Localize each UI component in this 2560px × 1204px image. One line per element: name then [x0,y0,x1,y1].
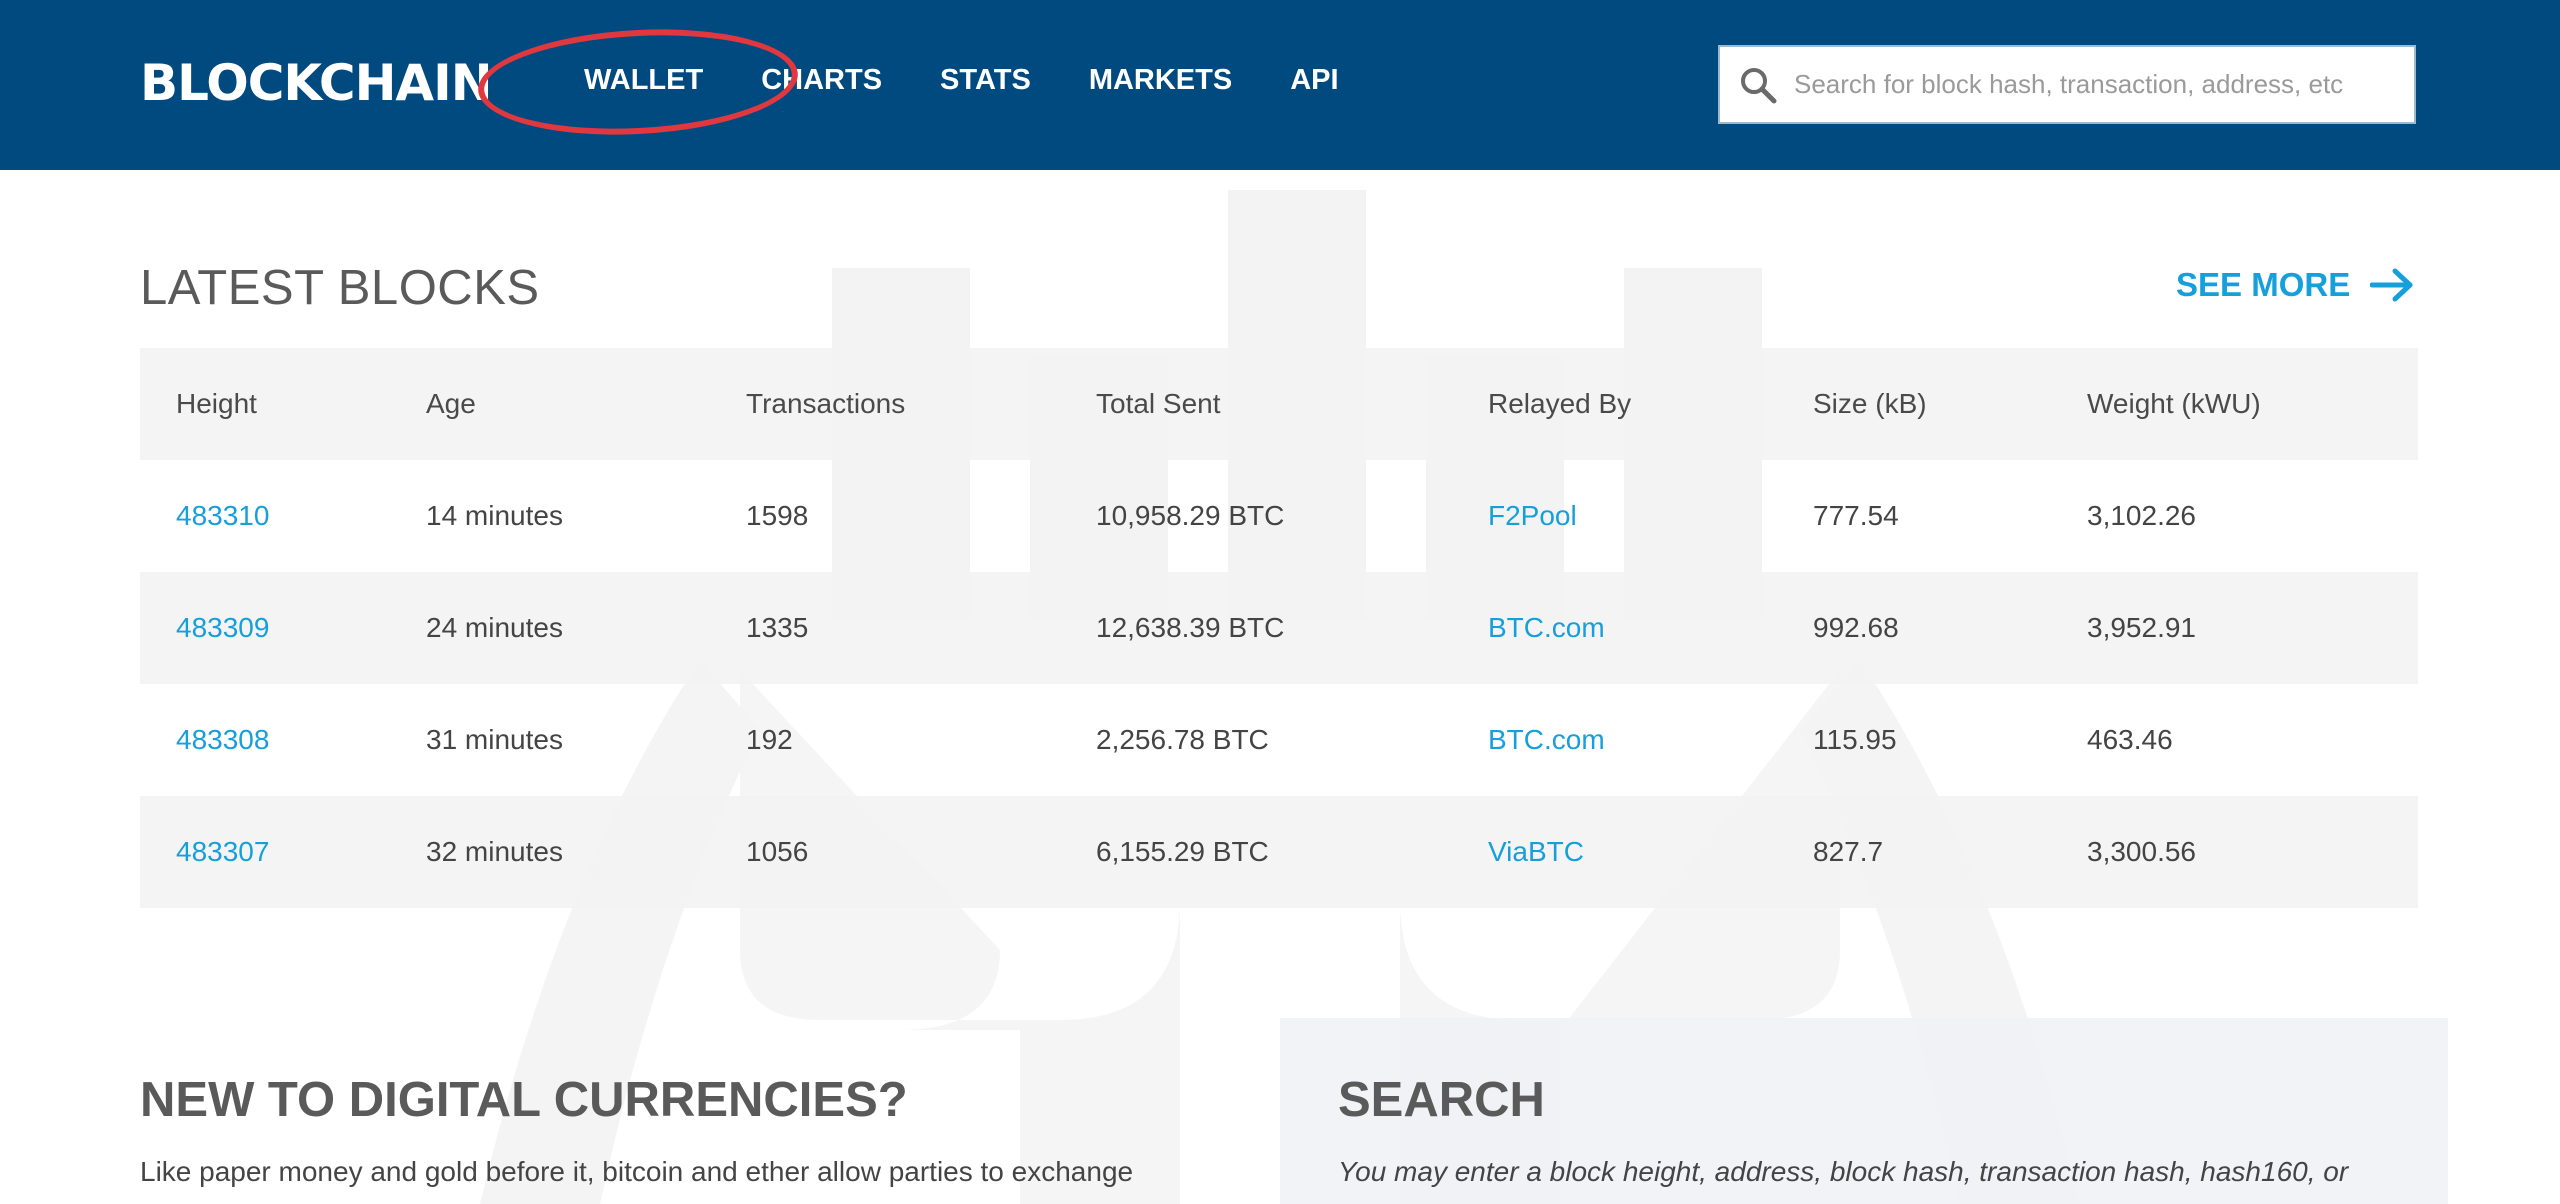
relayed-by-link[interactable]: BTC.com [1452,572,1777,684]
relayed-by-link[interactable]: BTC.com [1452,684,1777,796]
col-transactions: Transactions [746,388,906,419]
nav-markets[interactable]: MARKETS [1089,64,1232,97]
block-weight: 3,300.56 [2087,836,2196,867]
see-more-link[interactable]: SEE MORE [2176,266,2414,304]
latest-blocks-title: LATEST BLOCKS [140,261,540,315]
block-age: 32 minutes [426,836,563,867]
search-box [1718,45,2416,124]
relayed-by-link[interactable]: F2Pool [1452,460,1777,572]
relayed-by-link[interactable]: ViaBTC [1452,796,1777,908]
search-input[interactable] [1794,69,2384,100]
block-size: 777.54 [1813,500,1899,531]
block-size: 827.7 [1813,836,1884,867]
col-weight: Weight (kWU) [2087,388,2261,419]
block-weight: 3,102.26 [2087,500,2196,531]
table-row: 483308 31 minutes 192 2,256.78 BTC BTC.c… [140,684,2418,796]
col-age: Age [426,388,476,419]
see-more-label: SEE MORE [2176,266,2351,303]
block-size: 115.95 [1813,724,1897,755]
search-section-text: You may enter a block height, address, b… [1338,1156,2349,1187]
col-height: Height [176,388,257,419]
table-row: 483307 32 minutes 1056 6,155.29 BTC ViaB… [140,796,2418,908]
block-total-sent: 12,638.39 BTC [1096,612,1285,643]
col-total-sent: Total Sent [1096,388,1221,419]
search-icon[interactable] [1738,65,1778,105]
nav-api[interactable]: API [1290,64,1338,97]
blockchain-logo[interactable]: BLOCKCHAIN [140,54,493,112]
block-age: 31 minutes [426,724,563,755]
latest-blocks-table: Height Age Transactions Total Sent Relay… [140,348,2418,908]
block-age: 14 minutes [426,500,563,531]
block-total-sent: 6,155.29 BTC [1096,836,1269,867]
arrow-right-icon [2370,268,2413,302]
block-total-sent: 2,256.78 BTC [1096,724,1269,755]
block-weight: 463.46 [2087,724,2173,755]
block-transactions: 1598 [746,500,809,531]
block-weight: 3,952.91 [2087,612,2196,643]
block-height-link[interactable]: 483307 [140,796,390,908]
block-total-sent: 10,958.29 BTC [1096,500,1285,531]
block-height-link[interactable]: 483310 [140,460,390,572]
table-header-row: Height Age Transactions Total Sent Relay… [140,348,2418,460]
table-row: 483310 14 minutes 1598 10,958.29 BTC F2P… [140,460,2418,572]
nav-stats[interactable]: STATS [940,64,1031,97]
block-transactions: 192 [746,724,793,755]
block-age: 24 minutes [426,612,563,643]
block-height-link[interactable]: 483308 [140,684,390,796]
table-row: 483309 24 minutes 1335 12,638.39 BTC BTC… [140,572,2418,684]
col-size: Size (kB) [1813,388,1927,419]
block-height-link[interactable]: 483309 [140,572,390,684]
block-transactions: 1056 [746,836,809,867]
block-transactions: 1335 [746,612,809,643]
new-to-digital-text: Like paper money and gold before it, bit… [140,1156,1134,1187]
top-header: BLOCKCHAIN WALLET CHARTS STATS MARKETS A… [0,0,2560,170]
block-size: 992.68 [1813,612,1899,643]
search-section-title: SEARCH [1338,1073,1545,1127]
col-relayed-by: Relayed By [1488,388,1632,419]
new-to-digital-title: NEW TO DIGITAL CURRENCIES? [140,1073,908,1127]
